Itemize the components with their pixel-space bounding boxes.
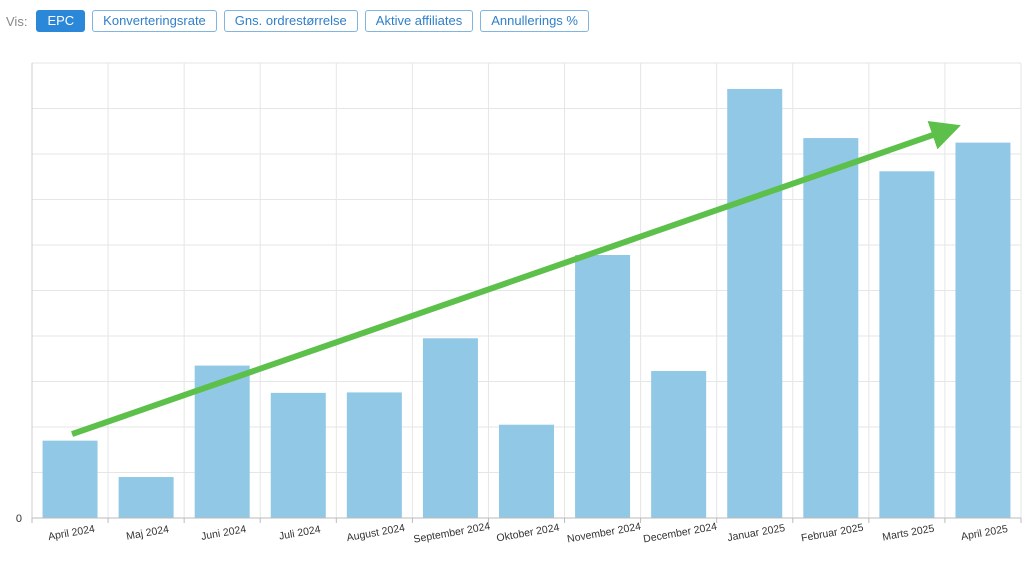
x-tick-label: Juli 2024	[278, 523, 322, 542]
y-tick-label: 0	[16, 513, 22, 525]
x-tick-label: December 2024	[642, 521, 718, 546]
x-tick-label: Januar 2025	[726, 522, 786, 544]
x-tick-label: April 2024	[47, 523, 96, 543]
bar[interactable]	[575, 255, 631, 518]
bar-chart: April 2024 Maj 2024 Juni 2024 Juli 2024 Augu…	[16, 62, 1022, 546]
x-tick-label: April 2025	[960, 523, 1009, 543]
x-tick-label: Marts 2025	[881, 523, 935, 544]
bar[interactable]	[42, 440, 98, 518]
bar[interactable]	[651, 371, 707, 518]
x-tick-label: Juni 2024	[200, 523, 247, 543]
bar[interactable]	[955, 142, 1011, 518]
bar[interactable]	[118, 477, 174, 518]
x-tick-label: September 2024	[413, 520, 492, 545]
bar[interactable]	[422, 338, 478, 518]
x-tick-label: Maj 2024	[125, 523, 170, 542]
chart-bars	[42, 88, 1011, 519]
x-tick-label: November 2024	[566, 521, 642, 546]
bar[interactable]	[727, 88, 783, 518]
bar[interactable]	[346, 392, 402, 518]
x-tick-label: August 2024	[346, 522, 406, 544]
bar[interactable]	[803, 138, 859, 518]
bar[interactable]	[499, 424, 554, 518]
x-tick-label: Februar 2025	[800, 522, 864, 545]
bar[interactable]	[879, 171, 935, 519]
x-tick-label: Oktober 2024	[496, 522, 561, 545]
bar[interactable]	[270, 392, 326, 518]
